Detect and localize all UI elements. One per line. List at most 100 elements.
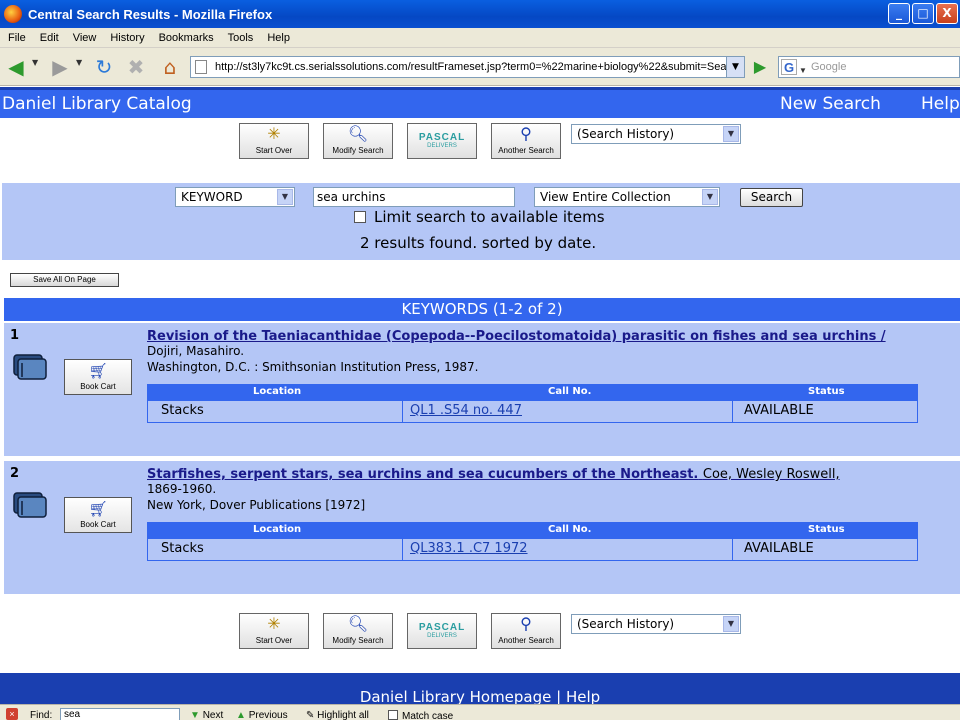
magnifier-icon: 🔍︎ <box>347 616 369 633</box>
navigation-toolbar: ◀ ▼ ▶ ▼ ↻ ✖ ⌂ http://st3ly7kc9t.cs.seria… <box>0 48 960 86</box>
pascal-sub: DELIVERS <box>427 633 457 639</box>
magnifier-icon: 🔍︎ <box>347 126 369 143</box>
down-arrow-icon: ▼ <box>190 710 200 720</box>
record-title-link[interactable]: Revision of the Taeniacanthidae (Copepod… <box>147 328 947 345</box>
chevron-down-icon: ▼ <box>702 189 718 205</box>
call-number-link[interactable]: QL1 .S54 no. 447 <box>410 403 522 418</box>
forward-history-dropdown-icon[interactable]: ▼ <box>76 58 82 67</box>
up-arrow-icon: ▲ <box>236 710 246 720</box>
new-search-link[interactable]: New Search <box>780 90 881 118</box>
call-no-column-header: Call No. <box>548 524 592 535</box>
column-divider <box>402 523 403 560</box>
web-search-input[interactable]: G ▼ Google <box>778 56 960 78</box>
google-engine-icon[interactable]: G <box>781 59 797 75</box>
result-record: 1 🛒︎ Book Cart Revision of the Taeniacan… <box>4 323 960 456</box>
holdings-table: Location Call No. Status Stacks QL383.1 … <box>147 522 918 561</box>
find-label: Find: <box>30 710 53 720</box>
web-search-placeholder: Google <box>811 61 847 73</box>
start-over-button[interactable]: ✳ Start Over <box>239 123 309 159</box>
holdings-row: Stacks QL1 .S54 no. 447 AVAILABLE <box>148 401 917 422</box>
forward-arrow-icon[interactable]: ▶ <box>48 56 72 78</box>
footer-links[interactable]: Daniel Library Homepage | Help <box>360 688 600 704</box>
magnifier-icon: ⚲ <box>520 616 532 633</box>
window-controls: _ □ X <box>888 3 958 24</box>
holding-status: AVAILABLE <box>744 541 814 556</box>
menu-help[interactable]: Help <box>267 32 290 44</box>
menu-view[interactable]: View <box>73 32 97 44</box>
holding-status: AVAILABLE <box>744 403 814 418</box>
match-case-checkbox[interactable] <box>388 710 398 720</box>
menu-history[interactable]: History <box>110 32 144 44</box>
menu-tools[interactable]: Tools <box>228 32 254 44</box>
sparkle-icon: ✳ <box>267 616 281 633</box>
results-header: KEYWORDS (1-2 of 2) <box>4 298 960 321</box>
engine-dropdown-icon[interactable]: ▼ <box>799 61 807 81</box>
record-publication: Washington, D.C. : Smithsonian Instituti… <box>147 360 479 374</box>
menu-bookmarks[interactable]: Bookmarks <box>159 32 214 44</box>
record-author: Dojiri, Masahiro. <box>147 344 245 358</box>
another-search-button[interactable]: ⚲ Another Search <box>491 123 561 159</box>
call-number-link[interactable]: QL383.1 .C7 1972 <box>410 541 528 556</box>
record-title-link[interactable]: Starfishes, serpent stars, sea urchins a… <box>147 467 698 482</box>
pascal-delivers-button[interactable]: PASCAL DELIVERS <box>407 613 477 649</box>
search-history-select[interactable]: (Search History) ▼ <box>571 124 741 144</box>
close-find-bar-icon[interactable]: × <box>6 708 18 720</box>
help-link[interactable]: Help <box>921 90 960 118</box>
page-footer: Daniel Library Homepage | Help <box>0 673 960 704</box>
modify-search-button[interactable]: 🔍︎ Modify Search <box>323 613 393 649</box>
url-text: http://st3ly7kc9t.cs.serialssolutions.co… <box>215 61 736 73</box>
minimize-button[interactable]: _ <box>888 3 910 24</box>
firefox-logo-icon <box>4 5 22 23</box>
catalog-header: Daniel Library Catalog New Search Help <box>0 90 960 118</box>
home-icon[interactable]: ⌂ <box>158 56 182 78</box>
holding-location: Stacks <box>161 541 204 556</box>
stop-icon[interactable]: ✖ <box>124 56 148 78</box>
search-field-select[interactable]: KEYWORD ▼ <box>175 187 295 207</box>
chevron-down-icon: ▼ <box>723 616 739 632</box>
library-name: Daniel Library Catalog <box>2 94 192 114</box>
modify-search-button[interactable]: 🔍︎ Modify Search <box>323 123 393 159</box>
book-cart-button[interactable]: 🛒︎ Book Cart <box>64 359 132 395</box>
search-query-input[interactable]: sea urchins <box>313 187 515 207</box>
menu-bar: File Edit View History Bookmarks Tools H… <box>0 28 960 48</box>
holdings-header-row: Location Call No. Status <box>148 385 917 401</box>
status-column-header: Status <box>808 524 845 535</box>
find-bar: × Find: sea ▼ Next ▲ Previous ✎ Highligh… <box>0 704 960 720</box>
limit-available-label: Limit search to available items <box>374 208 605 226</box>
holding-location: Stacks <box>161 403 204 418</box>
record-title-line: Starfishes, serpent stars, sea urchins a… <box>147 466 947 483</box>
column-divider <box>402 385 403 422</box>
shopping-cart-icon: 🛒︎ <box>88 501 108 518</box>
back-history-dropdown-icon[interactable]: ▼ <box>32 58 38 67</box>
find-previous-button[interactable]: ▲ Previous <box>236 710 288 720</box>
match-case-option[interactable]: Match case <box>388 710 453 720</box>
go-arrow-icon[interactable]: ▶ <box>750 56 770 78</box>
collection-select[interactable]: View Entire Collection ▼ <box>534 187 720 207</box>
search-panel: KEYWORD ▼ sea urchins View Entire Collec… <box>2 183 960 260</box>
another-search-button[interactable]: ⚲ Another Search <box>491 613 561 649</box>
record-author: Coe, Wesley Roswell, <box>702 467 840 482</box>
close-window-button[interactable]: X <box>936 3 958 24</box>
highlight-all-button[interactable]: ✎ Highlight all <box>306 710 369 720</box>
save-all-on-page-button[interactable]: Save All On Page <box>10 273 119 287</box>
chevron-down-icon: ▼ <box>723 126 739 142</box>
pascal-delivers-button[interactable]: PASCAL DELIVERS <box>407 123 477 159</box>
find-next-button[interactable]: ▼ Next <box>190 710 223 720</box>
page-icon <box>195 60 207 74</box>
search-button[interactable]: Search <box>740 188 803 207</box>
start-over-button[interactable]: ✳ Start Over <box>239 613 309 649</box>
pascal-sub: DELIVERS <box>427 143 457 149</box>
search-history-select[interactable]: (Search History) ▼ <box>571 614 741 634</box>
url-bar[interactable]: http://st3ly7kc9t.cs.serialssolutions.co… <box>190 56 745 78</box>
call-no-column-header: Call No. <box>548 386 592 397</box>
menu-file[interactable]: File <box>8 32 26 44</box>
find-input[interactable]: sea <box>60 708 180 720</box>
back-arrow-icon[interactable]: ◀ <box>4 56 28 78</box>
maximize-button[interactable]: □ <box>912 3 934 24</box>
record-author-dates: 1869-1960. <box>147 482 217 496</box>
book-cart-button[interactable]: 🛒︎ Book Cart <box>64 497 132 533</box>
reload-icon[interactable]: ↻ <box>92 56 116 78</box>
url-history-dropdown-icon[interactable]: ▼ <box>726 57 744 77</box>
limit-available-checkbox[interactable] <box>354 211 366 223</box>
menu-edit[interactable]: Edit <box>40 32 59 44</box>
